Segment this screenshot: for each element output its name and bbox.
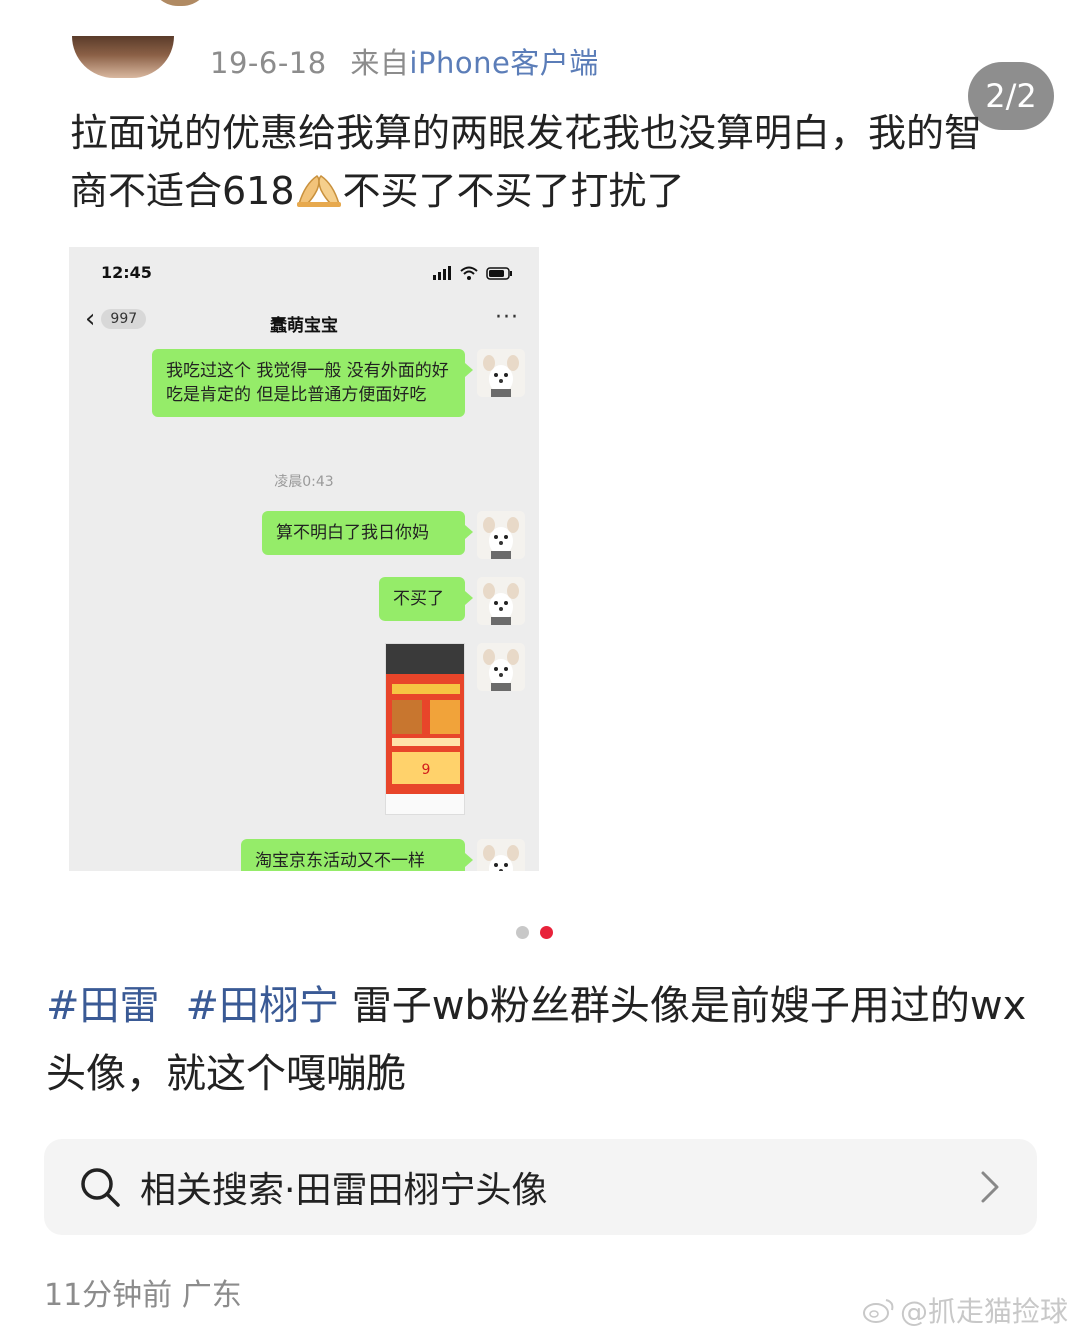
folded-hands-icon (295, 168, 343, 208)
related-search-label: 相关搜索·田雷田栩宁头像 (140, 1170, 548, 1211)
watermark-text: @抓走猫捡球 (900, 1295, 1069, 1328)
dog-avatar-icon (477, 839, 525, 871)
svg-text:9: 9 (422, 762, 431, 778)
post-source-prefix: 来自 (350, 46, 410, 80)
status-bar-icons (433, 266, 512, 280)
dog-avatar-icon (477, 349, 525, 397)
post-meta: 19-6-18 来自iPhone客户端 (210, 40, 599, 82)
chat-bubble: 不买了 (379, 577, 473, 621)
dog-avatar-icon (477, 511, 525, 559)
chat-timestamp: 凌晨0:43 (274, 474, 334, 490)
post-date: 19-6-18 (210, 46, 327, 80)
previous-avatar-fragment (150, 0, 210, 6)
chat-bubble: 算不明白了我日你妈 (262, 511, 473, 555)
user-avatar[interactable] (72, 36, 174, 78)
chat-bubble: 淘宝京东活动又不一样 (241, 839, 473, 871)
status-time: 12:45 (101, 263, 152, 282)
post-source[interactable]: iPhone客户端 (409, 46, 598, 80)
dog-avatar-icon (477, 643, 525, 691)
more-icon[interactable]: ··· (495, 305, 519, 330)
hashtag-link[interactable]: #田雷 (46, 983, 160, 1029)
post-text-part2: 不买了不买了打扰了 (342, 169, 685, 213)
chevron-right-icon (981, 1171, 999, 1203)
weibo-logo-icon (863, 1299, 894, 1323)
watermark: @抓走猫捡球 (862, 1290, 1068, 1330)
post-time-location: 11分钟前 广东 (44, 1278, 242, 1313)
carousel-dot-active[interactable] (540, 926, 553, 939)
hashtag-link[interactable]: #田栩宁 (186, 983, 340, 1029)
chat-bubble: 我吃过这个 我觉得一般 没有外面的好吃是肯定的 但是比普通方便面好吃 (152, 349, 473, 417)
related-search-bar[interactable]: 相关搜索·田雷田栩宁头像 (44, 1139, 1037, 1235)
shared-image-thumbnail[interactable]: 9 (385, 643, 465, 815)
post-text: 拉面说的优惠给我算的两眼发花我也没算明白，我的智商不适合618 不买了不买了打扰… (70, 104, 1000, 220)
carousel-dot[interactable] (516, 926, 529, 939)
post-caption: #田雷 #田栩宁 雷子wb粉丝群头像是前嫂子用过的wx头像，就这个嘎嘣脆 (46, 972, 1036, 1108)
search-icon (81, 1168, 120, 1207)
chat-title: 蠢萌宝宝 (270, 316, 338, 336)
chat-screenshot-image[interactable]: 12:45 ‹ 997 蠢萌宝宝 ··· 我吃过这个 我觉得一般 没有外面的好吃… (69, 247, 539, 871)
dog-avatar-icon (477, 577, 525, 625)
carousel-indicator (516, 926, 556, 940)
